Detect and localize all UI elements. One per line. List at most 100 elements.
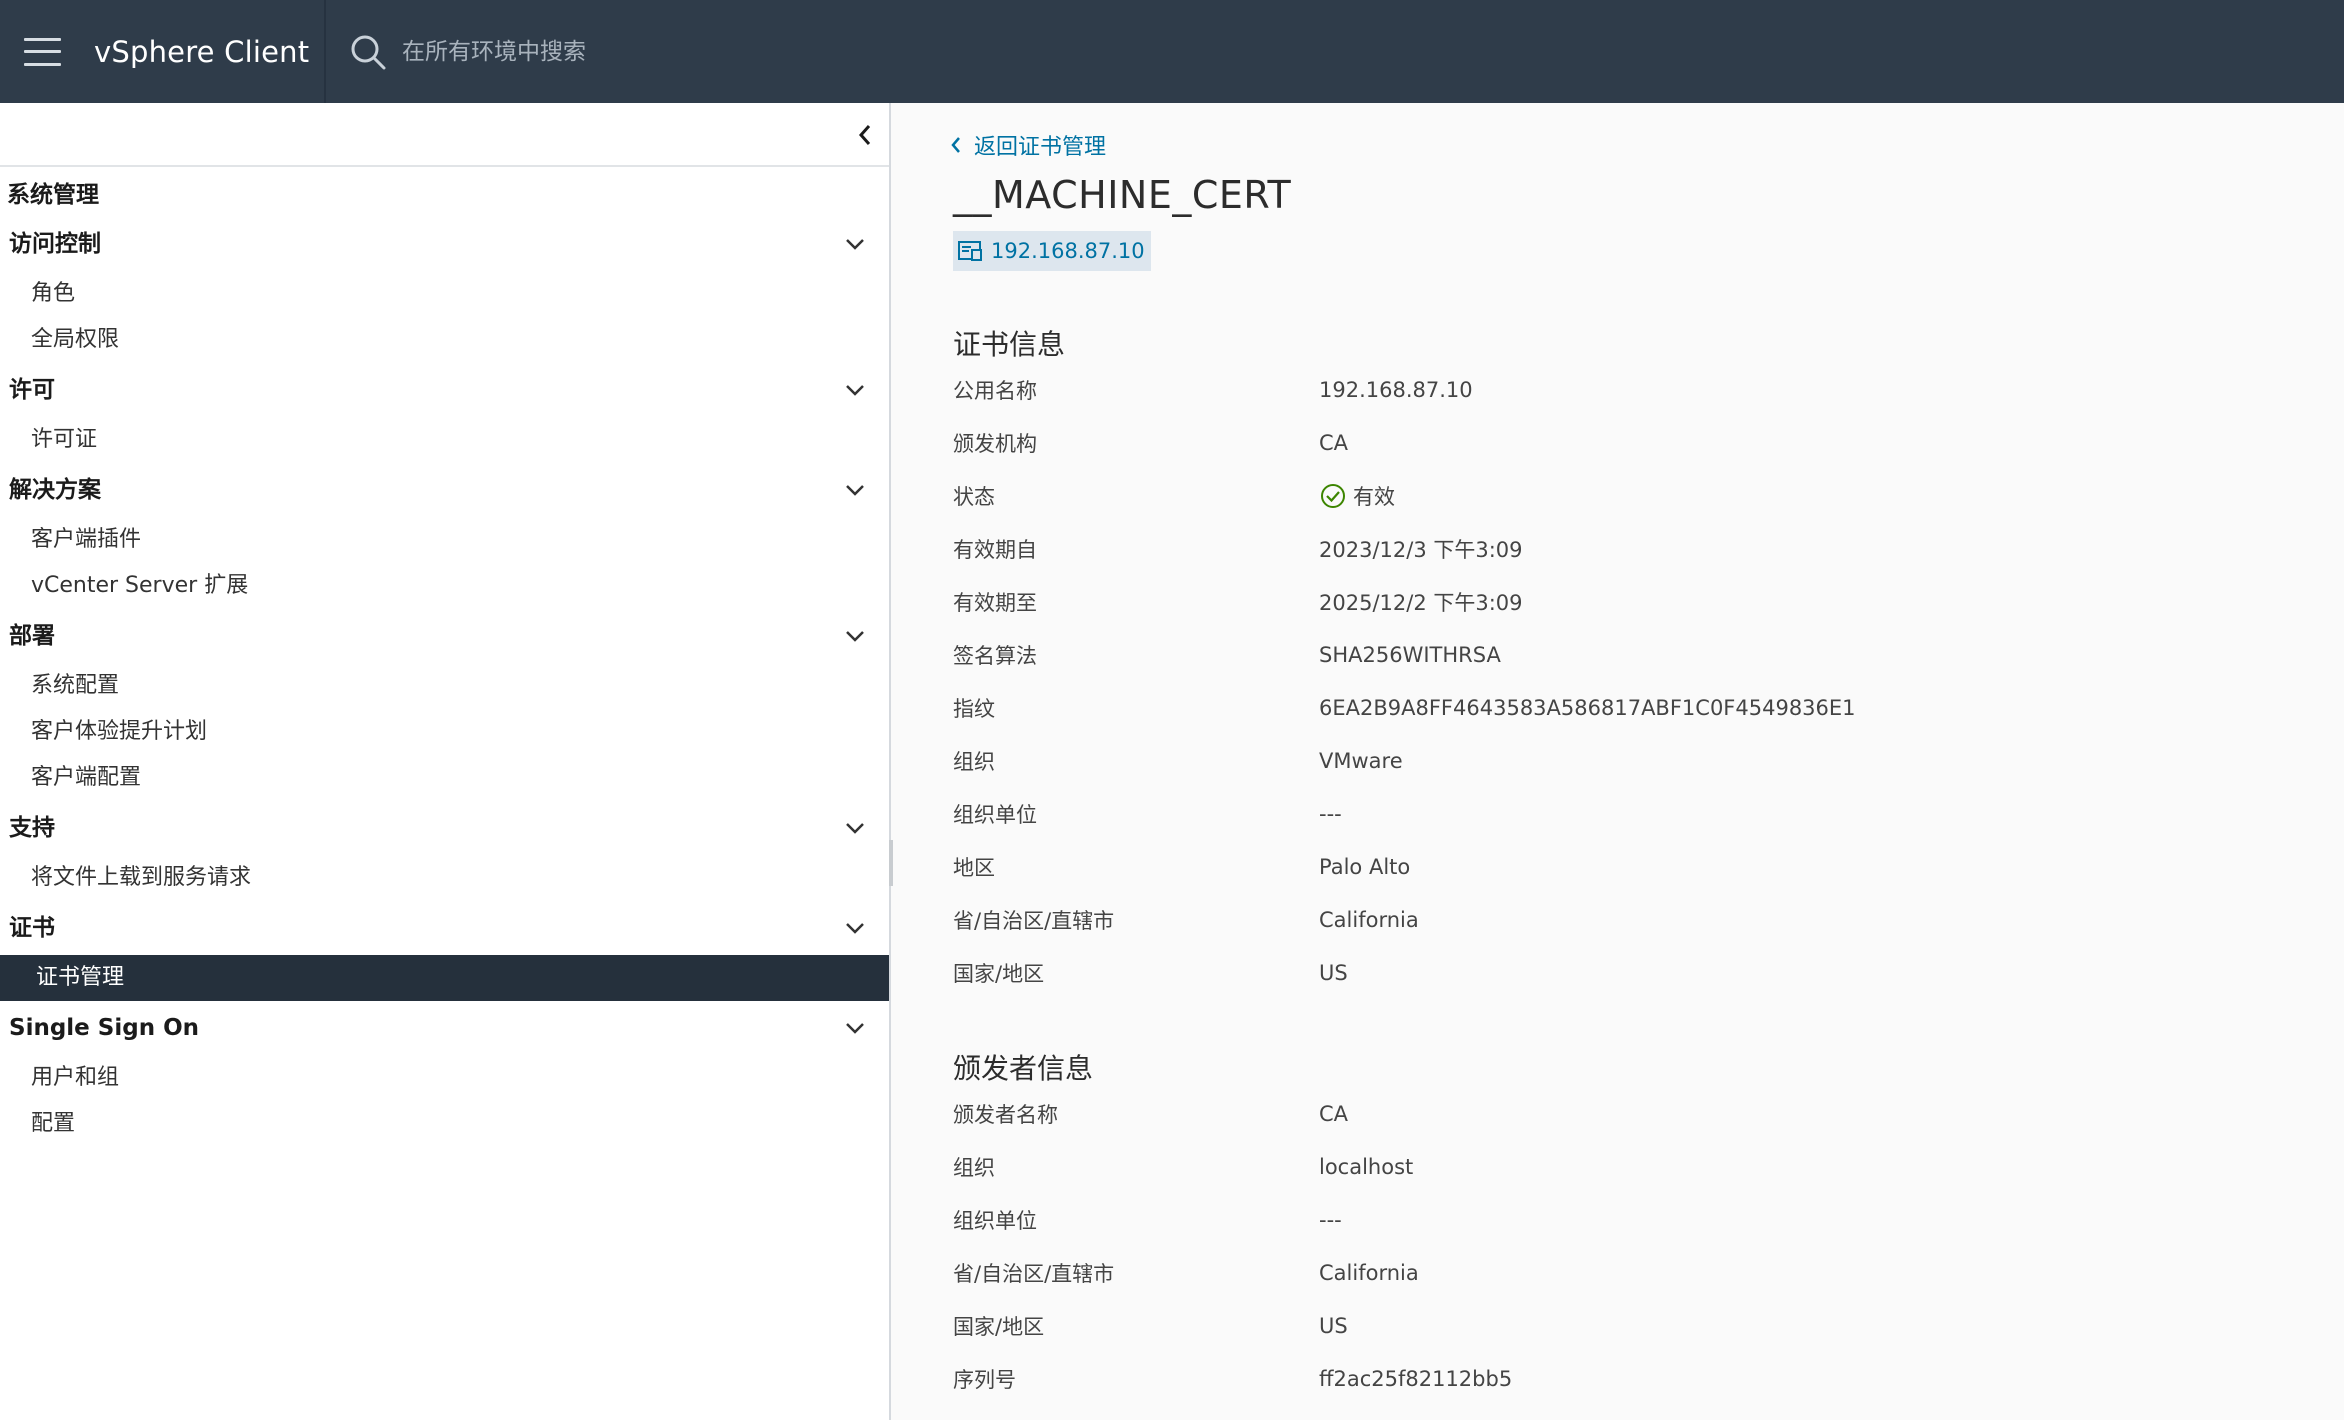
nav-group-licensing[interactable]: 许可 [0, 363, 889, 417]
search-input[interactable] [400, 37, 1000, 66]
nav-item-ceip[interactable]: 客户体验提升计划 [0, 709, 889, 755]
field-label: 组织单位 [953, 1208, 1037, 1233]
cert-info-row: 组织 VMware [953, 734, 2253, 787]
issuer-info-table: 颁发者名称 CA 组织 localhost 组织单位 --- 省/自治区/直辖市… [953, 1087, 2253, 1405]
nav-group-label: Single Sign On [9, 1015, 199, 1041]
field-value: California [1319, 907, 1419, 932]
field-label: 组织 [953, 749, 995, 774]
field-label: 组织 [953, 1155, 995, 1180]
field-value: US [1319, 960, 1348, 985]
cert-info-row: 有效期自 2023/12/3 下午3:09 [953, 522, 2253, 575]
nav-group-label: 访问控制 [9, 231, 101, 257]
nav-group-sso[interactable]: Single Sign On [0, 1001, 889, 1055]
nav-group-deployment[interactable]: 部署 [0, 609, 889, 663]
issuer-info-row: 省/自治区/直辖市 California [953, 1246, 2253, 1299]
app-title: vSphere Client [94, 34, 310, 69]
field-value: 192.168.87.10 [1319, 377, 1473, 402]
field-label: 国家/地区 [953, 1314, 1045, 1339]
field-label: 组织单位 [953, 802, 1037, 827]
issuer-info-row: 组织 localhost [953, 1140, 2253, 1193]
nav-item-client-plugins[interactable]: 客户端插件 [0, 517, 889, 563]
cert-info-row: 省/自治区/直辖市 California [953, 893, 2253, 946]
issuer-info-row: 国家/地区 US [953, 1299, 2253, 1352]
issuer-info-title: 颁发者信息 [953, 1052, 1094, 1085]
top-header: vSphere Client [0, 0, 2344, 103]
sidebar-toolbar [0, 103, 889, 167]
cert-info-row: 指纹 6EA2B9A8FF4643583A586817ABF1C0F454983… [953, 681, 2253, 734]
nav-group-label: 支持 [9, 815, 55, 841]
field-value: US [1319, 1313, 1348, 1338]
nav-item-users-groups[interactable]: 用户和组 [0, 1055, 889, 1101]
field-label: 指纹 [953, 696, 995, 721]
field-label: 国家/地区 [953, 961, 1045, 986]
cert-info-row: 公用名称 192.168.87.10 [953, 363, 2253, 416]
nav-group-certificates[interactable]: 证书 [0, 901, 889, 955]
nav-item-system-config[interactable]: 系统配置 [0, 663, 889, 709]
issuer-info-row: 组织单位 --- [953, 1193, 2253, 1246]
field-label: 有效期自 [953, 537, 1037, 562]
back-link-label: 返回证书管理 [974, 135, 1107, 160]
nav-item-vcenter-extensions[interactable]: vCenter Server 扩展 [0, 563, 889, 609]
nav-group-access-control[interactable]: 访问控制 [0, 217, 889, 271]
field-value: CA [1319, 430, 1349, 455]
page-title: __MACHINE_CERT [953, 173, 1292, 217]
field-value: localhost [1319, 1154, 1414, 1179]
chevron-down-icon [846, 923, 864, 934]
nav-group-label: 证书 [9, 915, 55, 941]
chevron-down-icon [846, 385, 864, 396]
field-label: 省/自治区/直辖市 [953, 908, 1115, 933]
main-content: 返回证书管理 __MACHINE_CERT 192.168.87.10 证书信息… [893, 103, 2344, 1420]
menu-button[interactable] [0, 0, 84, 103]
field-label: 签名算法 [953, 643, 1037, 668]
nav-title: 系统管理 [7, 182, 99, 208]
field-value: ff2ac25f82112bb5 [1319, 1366, 1513, 1391]
hamburger-icon [23, 37, 61, 66]
cert-info-row: 地区 Palo Alto [953, 840, 2253, 893]
chevron-down-icon [846, 239, 864, 250]
host-link[interactable]: 192.168.87.10 [953, 231, 1151, 271]
cert-info-table: 公用名称 192.168.87.10 颁发机构 CA 状态 有效 有效期自 20… [953, 363, 2253, 999]
host-link-label: 192.168.87.10 [991, 239, 1145, 263]
nav-group-solutions[interactable]: 解决方案 [0, 463, 889, 517]
nav-item-sso-config[interactable]: 配置 [0, 1101, 889, 1147]
collapse-sidebar-button[interactable] [849, 119, 881, 151]
field-value: VMware [1319, 748, 1403, 773]
nav-group-label: 部署 [9, 623, 55, 649]
field-label: 地区 [953, 855, 995, 880]
field-value: 6EA2B9A8FF4643583A586817ABF1C0F4549836E1 [1319, 695, 1856, 720]
field-value: CA [1319, 1101, 1349, 1126]
cert-info-row: 有效期至 2025/12/2 下午3:09 [953, 575, 2253, 628]
field-value: --- [1319, 801, 1342, 826]
cert-info-row: 国家/地区 US [953, 946, 2253, 999]
chevron-left-icon [858, 125, 871, 145]
header-divider [324, 0, 326, 103]
chevron-down-icon [846, 485, 864, 496]
check-circle-icon [1321, 483, 1345, 508]
cert-info-row: 颁发机构 CA [953, 416, 2253, 469]
status-text: 有效 [1353, 484, 1395, 509]
nav-group-support[interactable]: 支持 [0, 801, 889, 855]
field-label: 颁发机构 [953, 431, 1037, 456]
back-to-cert-management-link[interactable]: 返回证书管理 [950, 129, 1106, 161]
nav-item-global-permissions[interactable]: 全局权限 [0, 317, 889, 363]
nav-item-licenses[interactable]: 许可证 [0, 417, 889, 463]
nav-item-upload-file[interactable]: 将文件上载到服务请求 [0, 855, 889, 901]
issuer-info-row: 颁发者名称 CA [953, 1087, 2253, 1140]
cert-info-row: 签名算法 SHA256WITHRSA [953, 628, 2253, 681]
global-search[interactable] [348, 22, 1000, 82]
field-label: 公用名称 [953, 378, 1037, 403]
chevron-left-icon [951, 137, 960, 153]
field-label: 省/自治区/直辖市 [953, 1261, 1115, 1286]
sidebar: 系统管理 访问控制 角色 全局权限 许可 许可证 解决方案 客户端插件 vCen… [0, 103, 891, 1420]
chevron-down-icon [846, 1023, 864, 1034]
field-value: Palo Alto [1319, 854, 1411, 879]
nav-item-certificate-management[interactable]: 证书管理 [0, 955, 889, 1001]
field-label: 序列号 [953, 1367, 1016, 1392]
field-value: California [1319, 1260, 1419, 1285]
field-label: 颁发者名称 [953, 1102, 1058, 1127]
issuer-info-row: 序列号 ff2ac25f82112bb5 [953, 1352, 2253, 1405]
cert-info-row: 状态 有效 [953, 469, 2253, 522]
nav-item-client-config[interactable]: 客户端配置 [0, 755, 889, 801]
search-icon [351, 35, 386, 69]
nav-item-roles[interactable]: 角色 [0, 271, 889, 317]
